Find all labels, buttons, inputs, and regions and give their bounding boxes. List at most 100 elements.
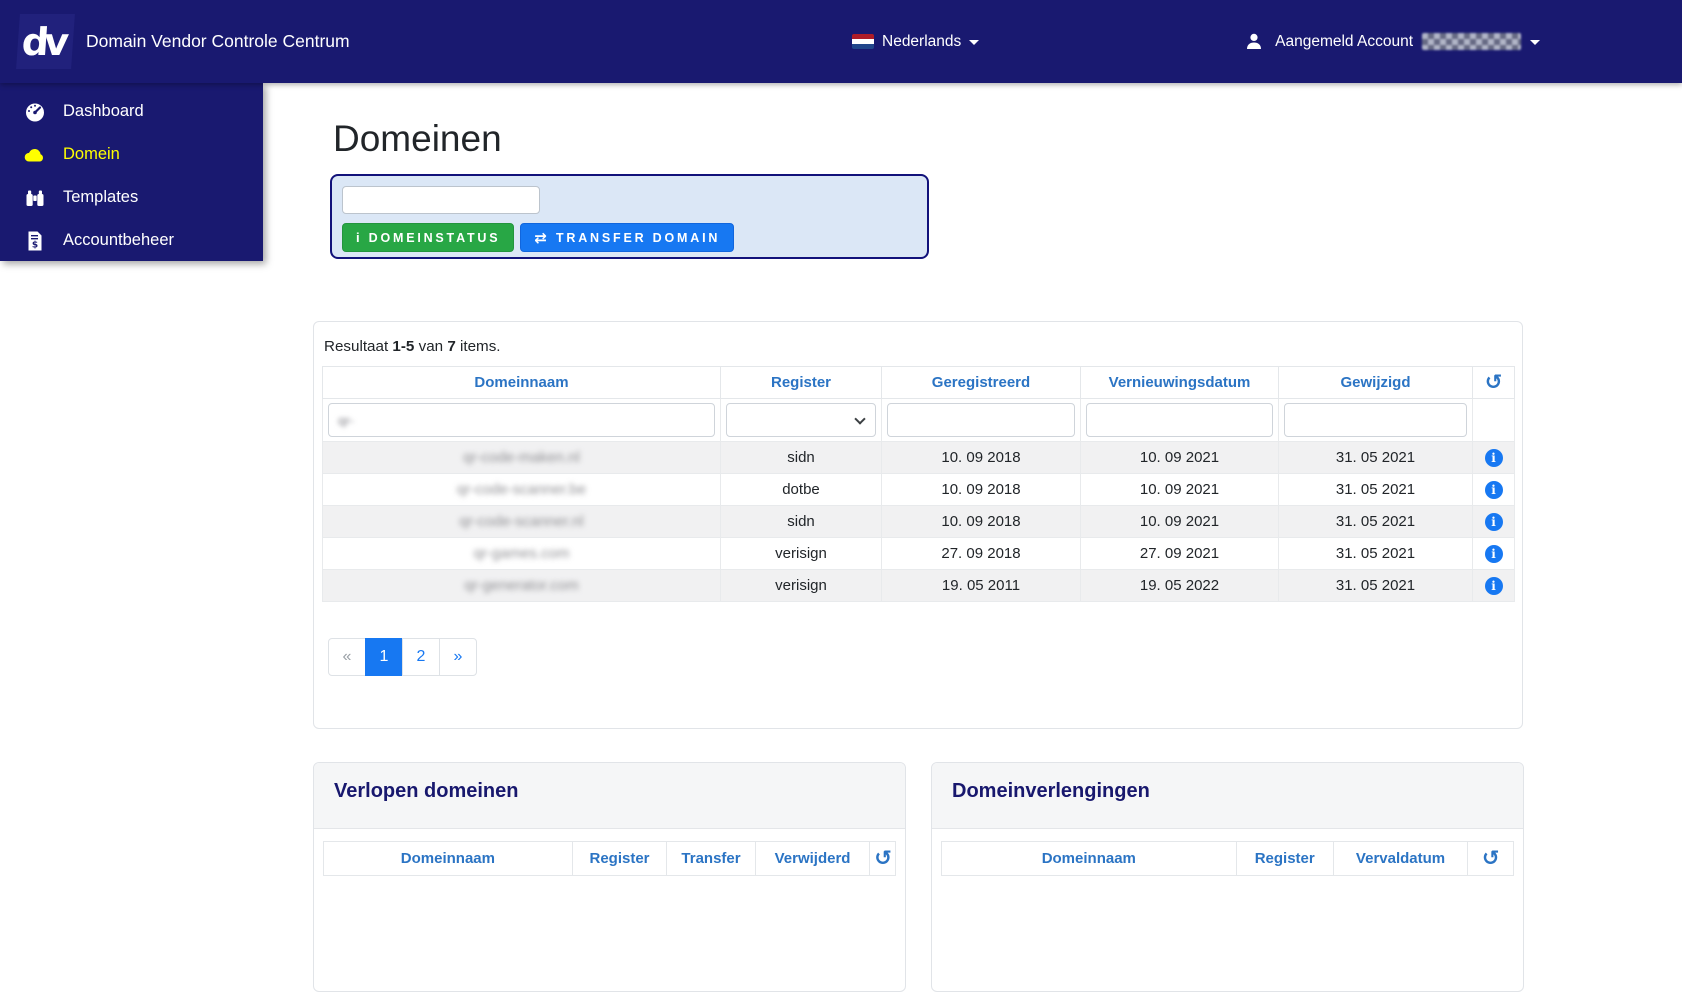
column-header-vernieuwingsdatum[interactable]: Vernieuwingsdatum xyxy=(1080,366,1279,399)
nl-flag-icon xyxy=(852,34,874,49)
info-icon: i xyxy=(356,230,360,245)
registered-cell: 27. 09 2018 xyxy=(881,537,1081,570)
domain-renewals-card: Domeinverlengingen Domeinnaam Register V… xyxy=(931,762,1524,992)
sidebar: Dashboard Domein Templates $ Accountbehe… xyxy=(0,83,263,261)
column-header-domeinnaam[interactable]: Domeinnaam xyxy=(323,841,573,876)
top-navbar: dv Domain Vendor Controle Centrum Nederl… xyxy=(0,0,1682,83)
filter-domeinnaam-input[interactable]: qr- xyxy=(328,403,715,437)
pagination-prev[interactable]: « xyxy=(328,638,366,676)
summary-suffix: items. xyxy=(460,338,501,355)
binoculars-icon xyxy=(23,188,47,208)
registered-cell: 19. 05 2011 xyxy=(881,569,1081,602)
domain-name-redacted: qr-code-maken.nl xyxy=(463,449,580,466)
filter-register-select[interactable] xyxy=(726,403,876,437)
renewal-cell: 27. 09 2021 xyxy=(1080,537,1279,570)
domain-name-redacted: qr-code-scanner.nl xyxy=(459,513,584,530)
chevron-down-icon xyxy=(969,40,980,45)
column-header-register[interactable]: Register xyxy=(720,366,882,399)
info-circle-icon[interactable]: i xyxy=(1484,512,1503,531)
domain-renewals-body: Domeinnaam Register Vervaldatum ↺ xyxy=(932,829,1523,888)
info-circle-icon[interactable]: i xyxy=(1484,576,1503,595)
column-header-vervaldatum[interactable]: Vervaldatum xyxy=(1332,841,1469,876)
summary-middle: van xyxy=(418,338,444,355)
results-summary: Resultaat 1-5 van 7 items. xyxy=(324,338,1514,355)
column-header-domeinnaam[interactable]: Domeinnaam xyxy=(322,366,721,399)
table-row: qr-code-scanner.be dotbe 10. 09 2018 10.… xyxy=(322,473,1515,506)
column-header-register[interactable]: Register xyxy=(571,841,668,876)
app-title: Domain Vendor Controle Centrum xyxy=(86,31,350,51)
modified-cell: 31. 05 2021 xyxy=(1278,537,1473,570)
info-circle-icon[interactable]: i xyxy=(1484,480,1503,499)
column-header-geregistreerd[interactable]: Geregistreerd xyxy=(881,366,1081,399)
domain-renewals-title: Domeinverlengingen xyxy=(952,780,1150,802)
transfer-icon: ⇄ xyxy=(534,229,547,247)
filter-vernieuwingsdatum-input[interactable] xyxy=(1086,403,1273,437)
modified-cell: 31. 05 2021 xyxy=(1278,473,1473,506)
transfer-domain-button-label: TRANSFER DOMAIN xyxy=(555,230,721,245)
undo-icon[interactable]: ↺ xyxy=(1482,847,1500,870)
sidebar-item-label: Accountbeheer xyxy=(63,231,174,249)
column-header-transfer[interactable]: Transfer xyxy=(666,841,756,876)
sidebar-item-dashboard[interactable]: Dashboard xyxy=(0,90,263,133)
chevron-down-icon xyxy=(1530,40,1540,45)
domeinstatus-button[interactable]: i DOMEINSTATUS xyxy=(342,223,515,252)
info-circle-icon[interactable]: i xyxy=(1484,448,1503,467)
language-selector[interactable]: Nederlands xyxy=(852,0,980,83)
info-circle-icon[interactable]: i xyxy=(1484,544,1503,563)
renewal-cell: 19. 05 2022 xyxy=(1080,569,1279,602)
registered-cell: 10. 09 2018 xyxy=(881,505,1081,538)
domain-name-redacted: qr-generator.com xyxy=(464,577,579,594)
gauge-icon xyxy=(23,101,47,123)
modified-cell: 31. 05 2021 xyxy=(1278,441,1473,474)
table-header-row: Domeinnaam Register Transfer Verwijderd … xyxy=(323,841,896,876)
column-header-verwijderd[interactable]: Verwijderd xyxy=(754,841,871,876)
undo-icon[interactable]: ↺ xyxy=(1485,371,1503,394)
account-label: Aangemeld Account xyxy=(1275,32,1413,50)
sidebar-item-templates[interactable]: Templates xyxy=(0,176,263,219)
expired-domains-card: Verlopen domeinen Domeinnaam Register Tr… xyxy=(313,762,906,992)
renewal-cell: 10. 09 2021 xyxy=(1080,473,1279,506)
summary-prefix: Resultaat xyxy=(324,338,389,355)
table-header-row: Domeinnaam Register Vervaldatum ↺ xyxy=(941,841,1514,876)
registered-cell: 10. 09 2018 xyxy=(881,441,1081,474)
domains-table: Domeinnaam Register Geregistreerd Vernie… xyxy=(322,366,1515,602)
pagination-next[interactable]: » xyxy=(439,638,477,676)
filter-row: qr- xyxy=(322,398,1515,442)
registered-cell: 10. 09 2018 xyxy=(881,473,1081,506)
pagination-page-2[interactable]: 2 xyxy=(402,638,440,676)
column-header-domeinnaam[interactable]: Domeinnaam xyxy=(941,841,1237,876)
domain-search-input[interactable] xyxy=(342,186,540,214)
column-header-register[interactable]: Register xyxy=(1235,841,1334,876)
sidebar-item-domein[interactable]: Domein xyxy=(0,133,263,176)
domain-name-redacted: qr-code-scanner.be xyxy=(456,481,587,498)
pagination: « 1 2 » xyxy=(328,638,477,676)
pagination-page-1[interactable]: 1 xyxy=(365,638,403,676)
cloud-icon xyxy=(23,146,47,164)
sidebar-item-accountbeheer[interactable]: $ Accountbeheer xyxy=(0,219,263,262)
renewal-cell: 10. 09 2021 xyxy=(1080,505,1279,538)
table-row: qr-code-scanner.nl sidn 10. 09 2018 10. … xyxy=(322,505,1515,538)
search-buttons-row: i DOMEINSTATUS ⇄ TRANSFER DOMAIN xyxy=(342,223,917,252)
expired-domains-title: Verlopen domeinen xyxy=(334,780,519,802)
undo-icon[interactable]: ↺ xyxy=(874,847,892,870)
table-row: qr-code-maken.nl sidn 10. 09 2018 10. 09… xyxy=(322,441,1515,474)
reset-filters-header: ↺ xyxy=(1467,841,1514,876)
modified-cell: 31. 05 2021 xyxy=(1278,505,1473,538)
domain-name-redacted: qr-games.com xyxy=(473,545,570,562)
table-header-row: Domeinnaam Register Geregistreerd Vernie… xyxy=(322,366,1515,399)
transfer-domain-button[interactable]: ⇄ TRANSFER DOMAIN xyxy=(520,223,735,252)
filter-geregistreerd-input[interactable] xyxy=(887,403,1075,437)
account-menu[interactable]: Aangemeld Account xyxy=(1242,0,1540,83)
register-cell: sidn xyxy=(720,505,882,538)
filter-value-redacted: qr- xyxy=(338,412,354,428)
sidebar-item-label: Dashboard xyxy=(63,102,144,120)
brand: dv Domain Vendor Controle Centrum xyxy=(0,14,350,69)
register-cell: verisign xyxy=(720,537,882,570)
column-header-gewijzigd[interactable]: Gewijzigd xyxy=(1278,366,1473,399)
filter-gewijzigd-input[interactable] xyxy=(1284,403,1467,437)
bottom-panels-row: Verlopen domeinen Domeinnaam Register Tr… xyxy=(313,762,1524,992)
modified-cell: 31. 05 2021 xyxy=(1278,569,1473,602)
account-number-redacted xyxy=(1422,33,1521,50)
page-title: Domeinen xyxy=(333,118,502,159)
table-row: qr-generator.com verisign 19. 05 2011 19… xyxy=(322,569,1515,602)
